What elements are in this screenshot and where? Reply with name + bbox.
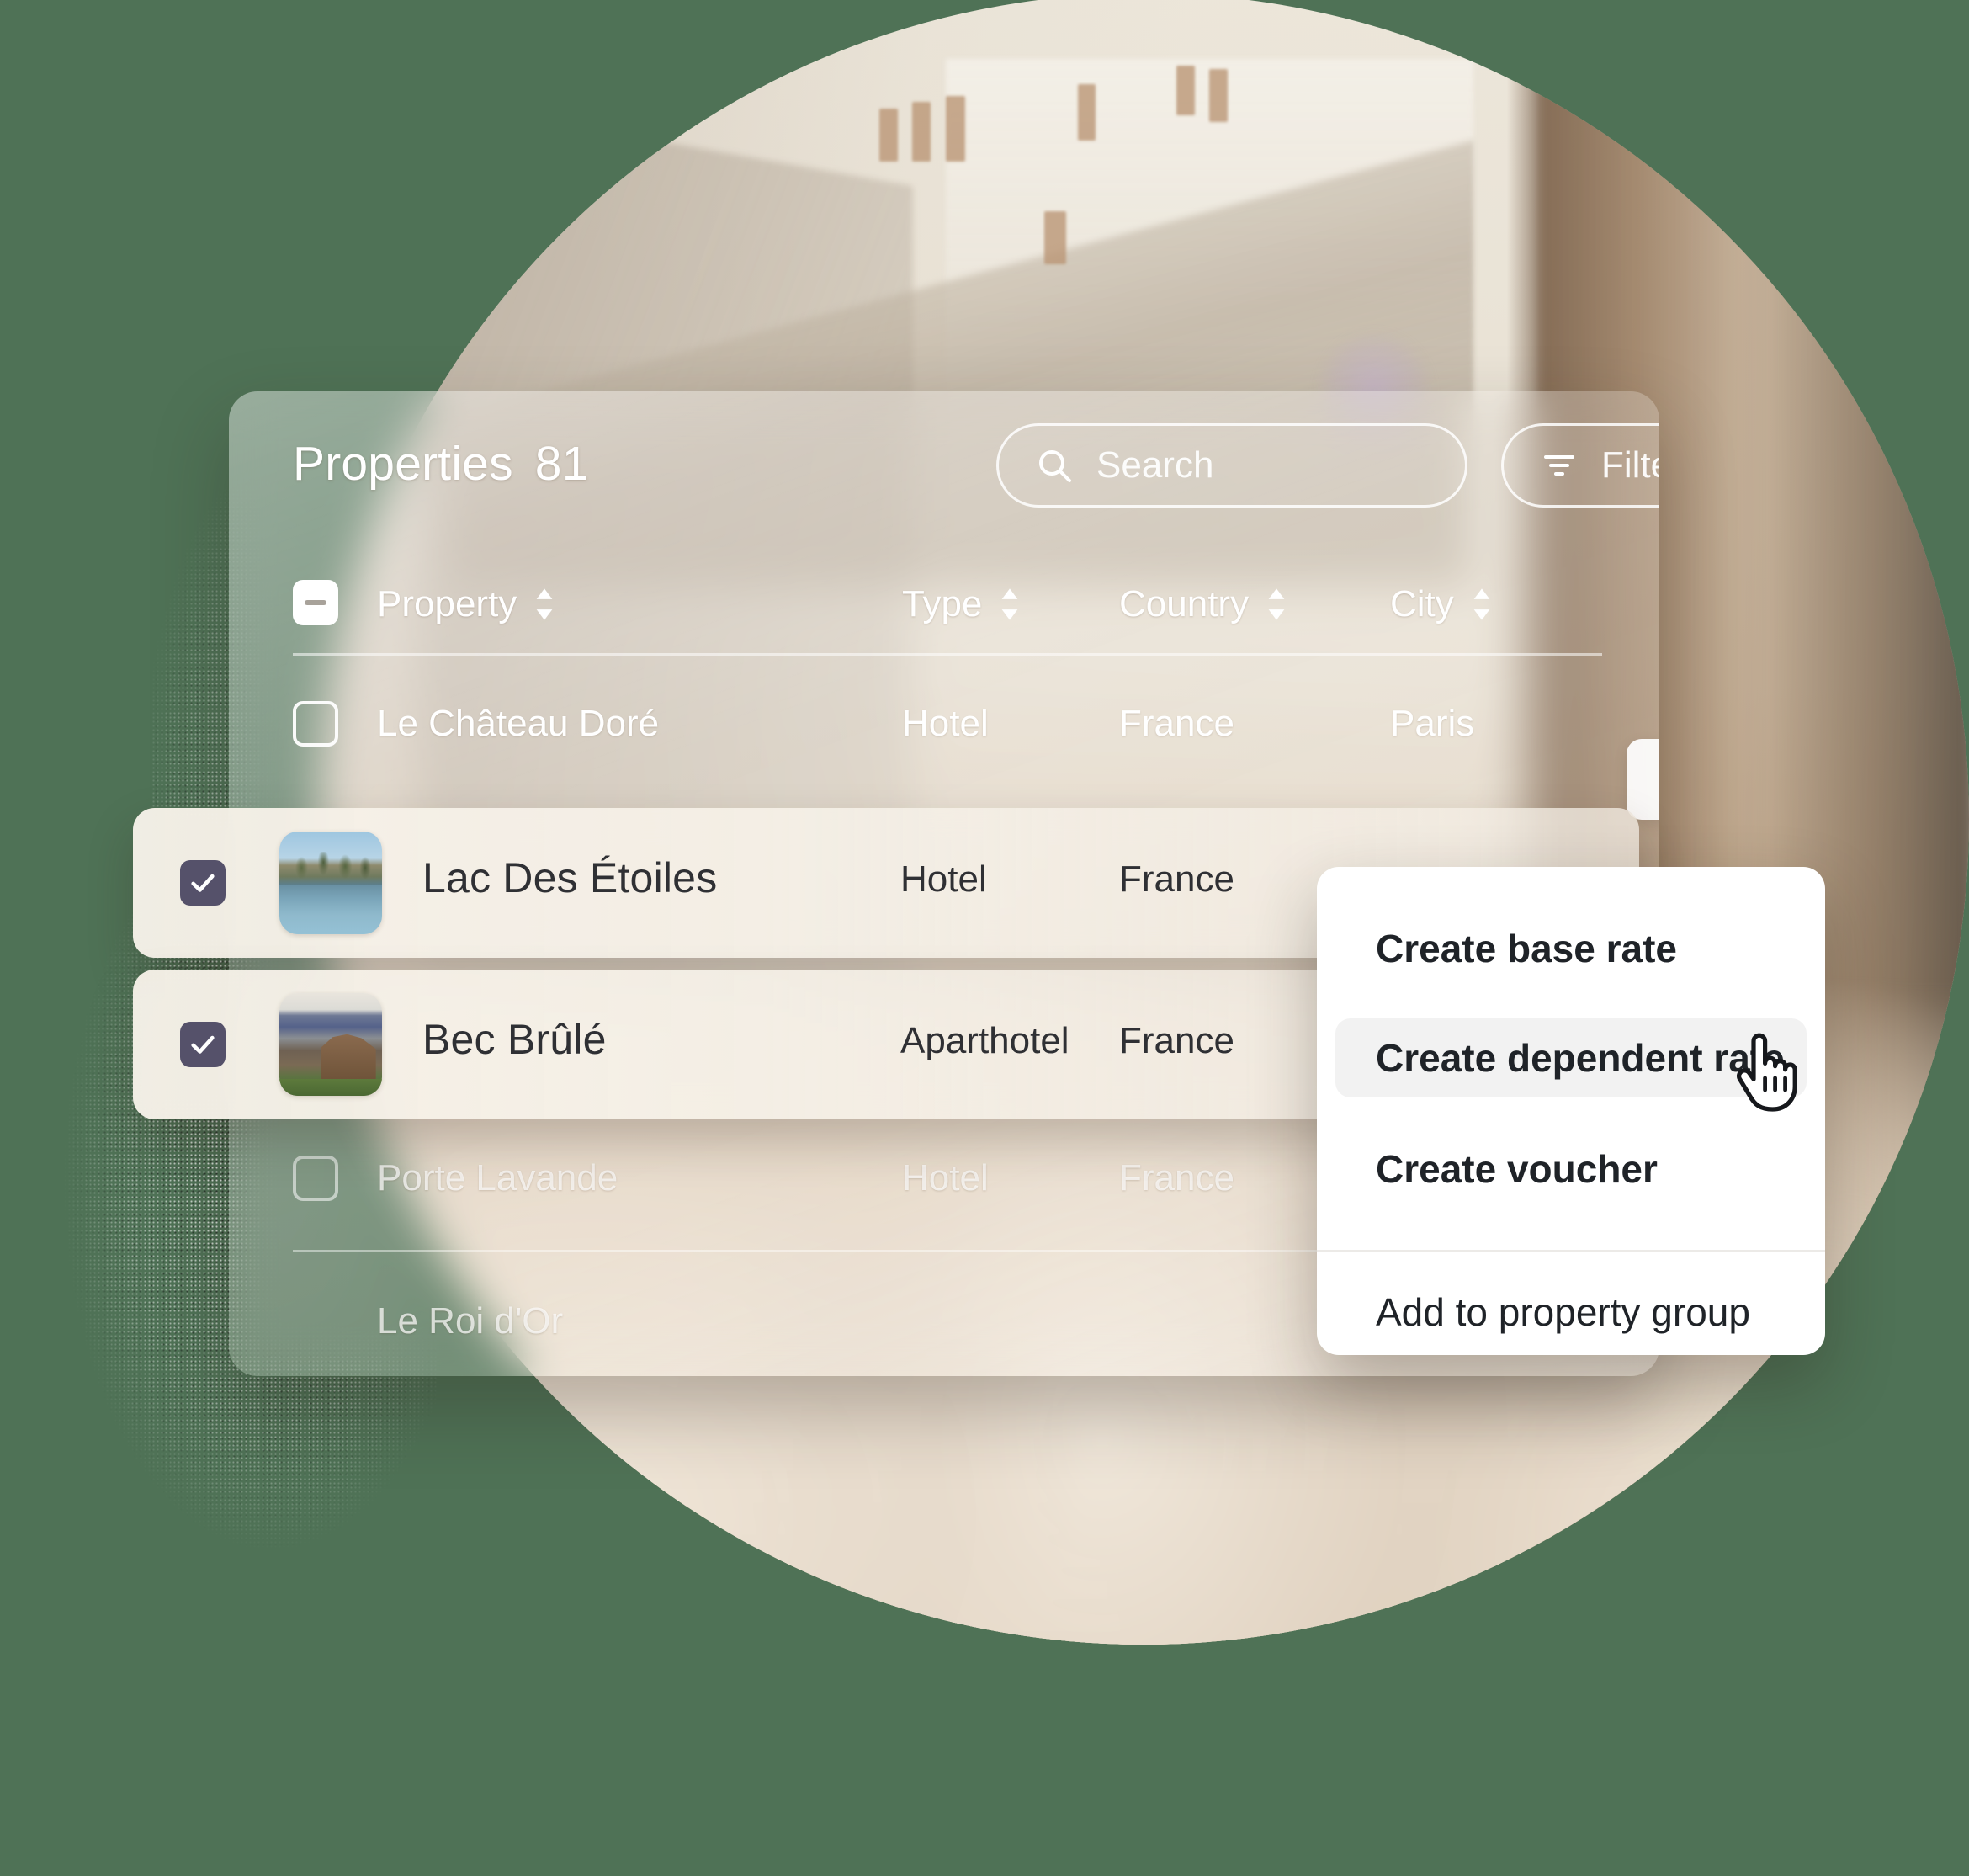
menu-item-label: Add to property group	[1376, 1290, 1750, 1334]
column-header-type[interactable]: Type	[902, 583, 1022, 625]
chimney-icon	[1209, 69, 1229, 123]
sort-icon	[536, 588, 553, 620]
panel-header: Properties 81 Search Filter	[229, 391, 1659, 551]
menu-divider	[1317, 1250, 1825, 1252]
cell-type: Hotel	[902, 703, 989, 744]
checkbox-checked-icon	[191, 874, 215, 892]
checkbox-unchecked-icon	[293, 1156, 338, 1201]
cell-country: France	[1119, 703, 1234, 744]
window-handle-icon	[1696, 1, 1863, 155]
chimney-icon	[945, 95, 966, 162]
property-thumbnail	[279, 993, 382, 1096]
column-header-city-label: City	[1390, 583, 1454, 624]
chimney-icon	[1077, 83, 1096, 141]
properties-count: 81	[534, 437, 589, 491]
cell-property: Le Roi d'Or	[377, 1300, 564, 1342]
sort-icon	[1268, 588, 1285, 620]
checkbox-checked-icon	[191, 1035, 215, 1054]
checkbox-indeterminate-icon	[293, 580, 338, 625]
menu-item-add-to-property-group[interactable]: Add to property group	[1335, 1273, 1807, 1352]
search-icon	[1039, 450, 1071, 482]
filter-label: Filter	[1601, 444, 1659, 486]
cell-type: Aparthotel	[900, 1020, 1069, 1061]
cell-property: Lac Des Étoiles	[422, 854, 718, 901]
cell-country: France	[1119, 1157, 1234, 1198]
cell-country: France	[1119, 858, 1234, 900]
stage: Properties 81 Search Filter	[0, 0, 1969, 1876]
filter-icon	[1544, 455, 1574, 476]
chimney-icon	[879, 109, 898, 162]
row-checkbox[interactable]	[293, 1156, 338, 1201]
column-header-type-label: Type	[902, 583, 983, 624]
column-header-country[interactable]: Country	[1119, 583, 1289, 625]
menu-item-label: Create base rate	[1376, 927, 1677, 970]
chimney-icon	[912, 102, 931, 162]
cell-city: Paris	[1390, 703, 1475, 744]
checkbox-unchecked-icon	[293, 701, 338, 747]
sort-icon	[1473, 588, 1490, 620]
row-checkbox[interactable]	[180, 1022, 226, 1067]
menu-item-label: Create dependent rate	[1376, 1036, 1785, 1080]
page-title: Properties 81	[293, 436, 589, 492]
row-checkbox[interactable]	[293, 701, 338, 747]
chimney-icon	[1176, 66, 1195, 116]
search-input[interactable]: Search	[996, 423, 1467, 508]
page-title-text: Properties	[293, 437, 513, 491]
menu-item-label: Create voucher	[1376, 1147, 1658, 1191]
cell-property: Le Château Doré	[377, 703, 660, 744]
chimney-icon	[1044, 210, 1066, 264]
cell-type: Hotel	[902, 1157, 989, 1198]
cell-property: Porte Lavande	[377, 1157, 618, 1198]
sort-icon	[1002, 588, 1018, 620]
pointing-hand-cursor	[1736, 1033, 1797, 1112]
table-header-row: Property Type Country City	[229, 551, 1659, 654]
column-header-property[interactable]: Property	[377, 583, 557, 625]
column-header-property-label: Property	[377, 583, 517, 624]
cell-property: Bec Brûlé	[422, 1016, 607, 1063]
property-thumbnail	[279, 832, 382, 934]
menu-item-create-base-rate[interactable]: Create base rate	[1335, 909, 1807, 988]
cell-type: Hotel	[900, 858, 987, 900]
cell-country: France	[1119, 1020, 1234, 1061]
select-all-checkbox[interactable]	[293, 580, 338, 625]
menu-item-create-voucher[interactable]: Create voucher	[1335, 1129, 1807, 1209]
row-action-pill[interactable]	[1627, 739, 1659, 820]
filter-button[interactable]: Filter	[1501, 423, 1659, 508]
column-header-country-label: Country	[1119, 583, 1250, 624]
row-checkbox[interactable]	[180, 860, 226, 906]
header-divider	[293, 653, 1602, 656]
search-placeholder: Search	[1096, 444, 1214, 486]
column-header-city[interactable]: City	[1390, 583, 1494, 625]
